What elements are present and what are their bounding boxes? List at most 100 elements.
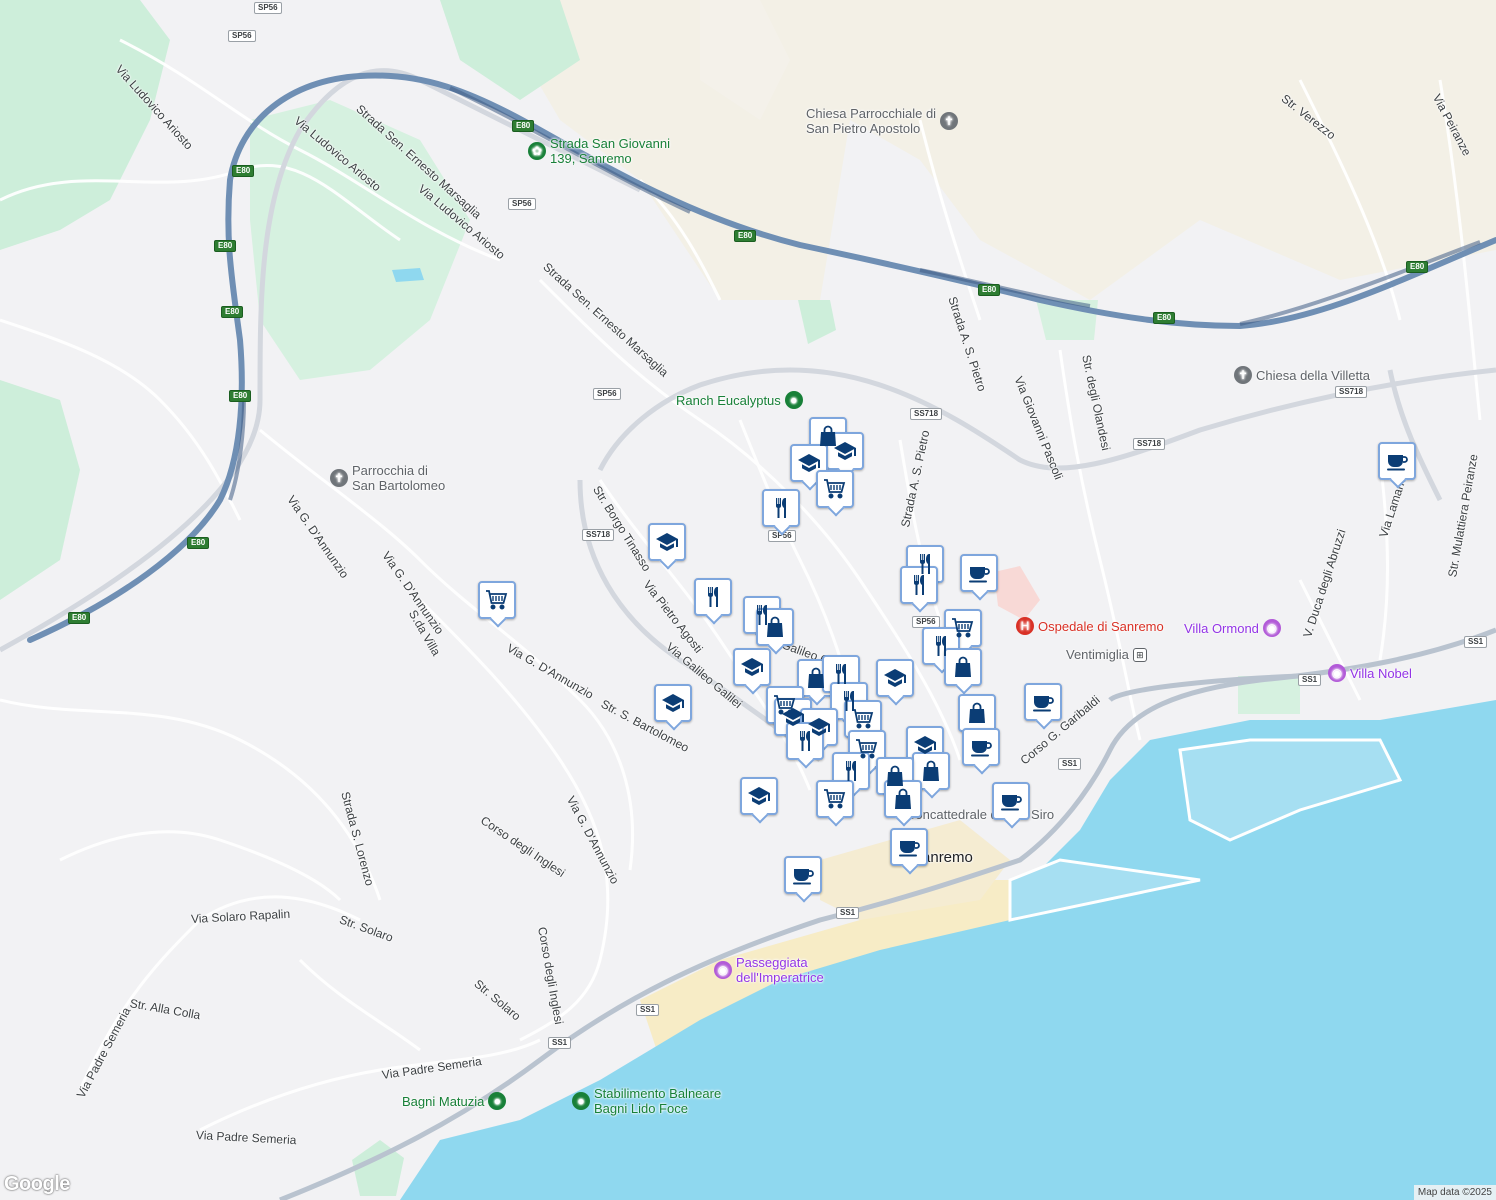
road-shield: SS1 [1464, 636, 1488, 648]
poi-name: Ospedale di Sanremo [1038, 618, 1164, 634]
grocery-icon [851, 707, 875, 731]
road-shield: SS1 [1298, 674, 1322, 686]
marker-school[interactable] [740, 777, 778, 815]
grocery-icon [823, 477, 847, 501]
school-icon [661, 691, 685, 715]
school-icon [747, 784, 771, 808]
poi-label[interactable]: Villa Ormond ◉ [1184, 619, 1281, 637]
road-shield: SS718 [1335, 386, 1368, 398]
road-shield: SP56 [593, 388, 621, 400]
marker-grocery[interactable] [816, 470, 854, 508]
poi-icon: ⊞ [1132, 647, 1147, 662]
road-shield: SS1 [1058, 758, 1082, 770]
restaurant-icon [829, 662, 853, 686]
marker-shopping[interactable] [958, 694, 996, 732]
poi-icon: ● [488, 1092, 507, 1110]
poi-label[interactable]: ✝ Chiesa della Villetta [1234, 366, 1370, 384]
road-shield: E80 [734, 230, 757, 242]
poi-label[interactable]: ● Stabilimento Balneare Bagni Lido Foce [572, 1086, 721, 1116]
poi-icon: ✿ [528, 142, 546, 160]
marker-restaurant[interactable] [694, 578, 732, 616]
poi-icon: ◉ [1262, 619, 1281, 637]
poi-name: Villa Ormond [1184, 620, 1259, 636]
marker-grocery[interactable] [816, 780, 854, 818]
marker-school[interactable] [648, 523, 686, 561]
grocery-icon [951, 616, 975, 640]
poi-label[interactable]: H Ospedale di Sanremo [1016, 617, 1164, 635]
poi-name: Ventimiglia [1066, 647, 1129, 663]
road-shield: E80 [1153, 312, 1176, 324]
poi-icon: H [1016, 617, 1034, 635]
road-shield: SS718 [582, 529, 615, 541]
marker-cafe[interactable] [962, 728, 1000, 766]
marker-school[interactable] [733, 648, 771, 686]
marker-cafe[interactable] [1024, 683, 1062, 721]
poi-name: Concattedrale di San Siro [906, 807, 1055, 823]
poi-label[interactable]: ✿ Strada San Giovanni 139, Sanremo [528, 136, 670, 166]
school-icon [655, 530, 679, 554]
road-shield: E80 [68, 612, 91, 624]
google-logo: Google [4, 1173, 70, 1195]
marker-cafe[interactable] [960, 554, 998, 592]
school-icon [740, 655, 764, 679]
poi-name: Parrocchia di San Bartolomeo [352, 463, 446, 493]
shopping-icon [965, 701, 989, 725]
marker-school[interactable] [654, 684, 692, 722]
marker-cafe[interactable] [1378, 442, 1416, 480]
marker-cafe[interactable] [992, 782, 1030, 820]
cafe-icon [969, 735, 993, 759]
restaurant-icon [929, 634, 953, 658]
road-shield: E80 [187, 537, 210, 549]
marker-cafe[interactable] [784, 856, 822, 894]
poi-icon: ● [572, 1092, 590, 1110]
restaurant-icon [769, 496, 793, 520]
road-shield: E80 [214, 240, 237, 252]
poi-name: Ranch Eucalyptus [676, 392, 781, 408]
map-attribution: Map data ©2025 [1413, 1185, 1496, 1200]
grocery-icon [823, 787, 847, 811]
shopping-icon [763, 615, 787, 639]
road-shield: E80 [229, 390, 252, 402]
poi-icon: ✝ [1234, 366, 1252, 384]
poi-label[interactable]: Ventimiglia ⊞ [1066, 646, 1151, 662]
road-shield: SP56 [254, 2, 282, 14]
shopping-icon [891, 787, 915, 811]
cafe-icon [897, 835, 921, 859]
road-shield: E80 [1406, 261, 1429, 273]
poi-name: Villa Nobel [1350, 665, 1412, 681]
poi-label[interactable]: Ranch Eucalyptus ● [676, 391, 803, 409]
poi-label[interactable]: ◉ Villa Nobel [1328, 664, 1412, 682]
cafe-icon [791, 863, 815, 887]
grocery-icon [855, 737, 879, 761]
road-shield: SS1 [636, 1004, 660, 1016]
shopping-icon [883, 764, 907, 788]
poi-name: Bagni Matuzia [402, 1093, 485, 1109]
poi-icon: ✝ [330, 469, 348, 487]
poi-name: Chiesa della Villetta [1256, 367, 1370, 383]
road-shield: SP56 [228, 30, 256, 42]
shopping-icon [804, 666, 828, 690]
poi-icon: ◉ [714, 961, 732, 979]
road-shield: E80 [978, 284, 1001, 296]
poi-label[interactable]: Concattedrale di San Siro [906, 806, 1054, 822]
restaurant-icon [907, 573, 931, 597]
marker-grocery[interactable] [478, 581, 516, 619]
shopping-icon [951, 655, 975, 679]
poi-name: Passeggiata dell'Imperatrice [736, 955, 824, 985]
school-icon [913, 733, 937, 757]
poi-label[interactable]: Chiesa Parrocchiale di San Pietro Apostol… [806, 106, 959, 136]
poi-icon: ✝ [940, 112, 959, 130]
school-icon [781, 705, 805, 729]
map-canvas[interactable]: Via Ludovico Ariosto Via Ludovico Ariosto… [0, 0, 1496, 1200]
marker-cafe[interactable] [890, 828, 928, 866]
cafe-icon [999, 789, 1023, 813]
marker-school[interactable] [876, 659, 914, 697]
poi-icon: ● [784, 391, 803, 409]
poi-label[interactable]: Bagni Matuzia ● [402, 1092, 507, 1110]
poi-label[interactable]: ✝ Parrocchia di San Bartolomeo [330, 463, 445, 493]
road-shield: SS1 [836, 907, 860, 919]
school-icon [883, 666, 907, 690]
marker-restaurant[interactable] [762, 489, 800, 527]
poi-name: Strada San Giovanni 139, Sanremo [550, 136, 670, 166]
poi-label[interactable]: ◉ Passeggiata dell'Imperatrice [714, 955, 824, 985]
